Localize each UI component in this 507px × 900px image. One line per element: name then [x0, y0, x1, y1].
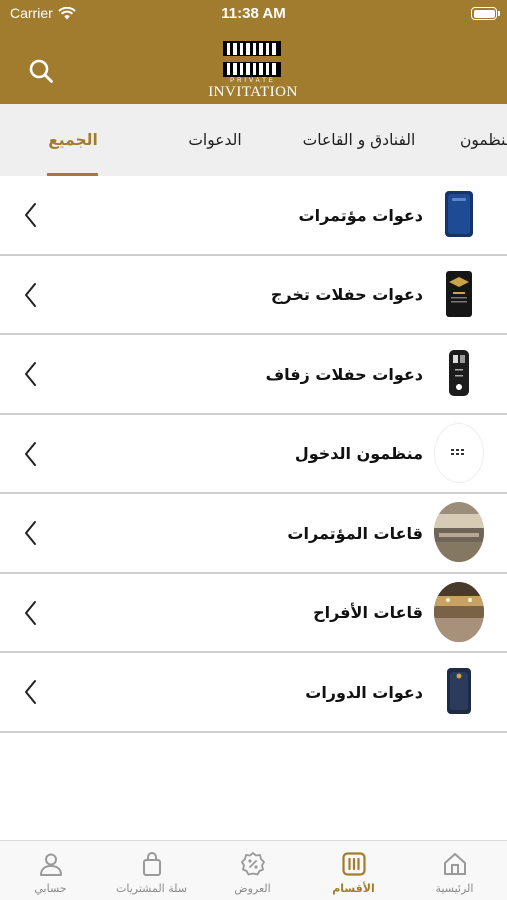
- status-bar: Carrier 11:38 AM: [0, 0, 507, 28]
- wedding-card-thumbnail: [434, 343, 484, 403]
- app-logo: PRIVATE INVITATION: [205, 38, 301, 102]
- home-icon: [444, 853, 466, 875]
- tab-organizers[interactable]: منظمون: [460, 104, 507, 176]
- conference-hall-thumbnail: [434, 502, 484, 562]
- list-item[interactable]: دعوات حفلات تخرج: [0, 255, 507, 335]
- list-item[interactable]: دعوات مؤتمرات: [0, 176, 507, 256]
- app-header: Carrier 11:38 AM PRIVATE INVITATION: [0, 0, 507, 104]
- tab-account-label: حسابي: [34, 882, 67, 895]
- logo-wordmark: INVITATION: [208, 84, 298, 100]
- list-item-label: دعوات مؤتمرات: [298, 205, 424, 225]
- battery-icon: [471, 7, 500, 20]
- blue-card-thumbnail: [434, 184, 484, 244]
- cart-icon: [143, 852, 161, 876]
- graduation-card-thumbnail: [434, 263, 484, 324]
- tab-cart-label: سلة المشتريات: [116, 882, 187, 895]
- list-item-label: دعوات حفلات زفاف: [265, 364, 423, 384]
- tab-categories[interactable]: الأقسام: [303, 841, 404, 900]
- list-item[interactable]: دعوات حفلات زفاف: [0, 335, 507, 415]
- course-card-thumbnail: [434, 661, 484, 721]
- list-item-label: قاعات الأفراح: [313, 603, 423, 622]
- access-system-thumbnail: [434, 422, 484, 483]
- tab-offers-label: العروض: [234, 882, 271, 895]
- list-item[interactable]: قاعات المؤتمرات: [0, 494, 507, 574]
- category-tabs: الجميع الدعوات الفنادق و القاعات منظمون: [0, 104, 507, 176]
- categories-icon: [342, 852, 366, 876]
- category-list: دعوات مؤتمرات دعوات حفلات تخرج دعوات حفل…: [0, 176, 507, 733]
- tab-home[interactable]: الرئيسية: [404, 841, 505, 900]
- list-item-label: قاعات المؤتمرات: [287, 523, 423, 543]
- status-time: 11:38 AM: [221, 5, 286, 22]
- tab-home-label: الرئيسية: [435, 882, 474, 895]
- chevron-left-icon: [25, 282, 36, 307]
- tab-account[interactable]: حسابي: [0, 841, 101, 900]
- tab-offers[interactable]: العروض: [202, 841, 303, 900]
- logo-barcode-icon: [223, 41, 281, 77]
- offers-icon: [241, 852, 265, 876]
- tab-cart[interactable]: سلة المشتريات: [101, 841, 202, 900]
- chevron-left-icon: [25, 680, 36, 704]
- list-item[interactable]: دعوات الدورات: [0, 653, 507, 733]
- chevron-left-icon: [25, 521, 36, 545]
- tab-hotels-halls[interactable]: الفنادق و القاعات: [284, 104, 434, 176]
- tab-all[interactable]: الجميع: [40, 104, 106, 176]
- list-item-label: منظمون الدخول: [294, 444, 423, 463]
- bottom-tab-bar: حسابي سلة المشتريات العروض الأقسام الرئي…: [0, 840, 507, 900]
- tab-categories-label: الأقسام: [332, 882, 375, 895]
- chevron-left-icon: [25, 441, 36, 466]
- list-item[interactable]: منظمون الدخول: [0, 414, 507, 494]
- chevron-left-icon: [25, 362, 36, 386]
- search-icon: [29, 59, 53, 83]
- account-icon: [40, 853, 62, 876]
- list-item-label: دعوات حفلات تخرج: [270, 285, 423, 304]
- wedding-hall-thumbnail: [434, 581, 484, 642]
- tab-invitations[interactable]: الدعوات: [176, 104, 254, 176]
- list-item-label: دعوات الدورات: [305, 682, 423, 702]
- list-item[interactable]: قاعات الأفراح: [0, 573, 507, 653]
- search-button[interactable]: [26, 56, 56, 86]
- chevron-left-icon: [25, 203, 36, 227]
- chevron-left-icon: [25, 600, 36, 625]
